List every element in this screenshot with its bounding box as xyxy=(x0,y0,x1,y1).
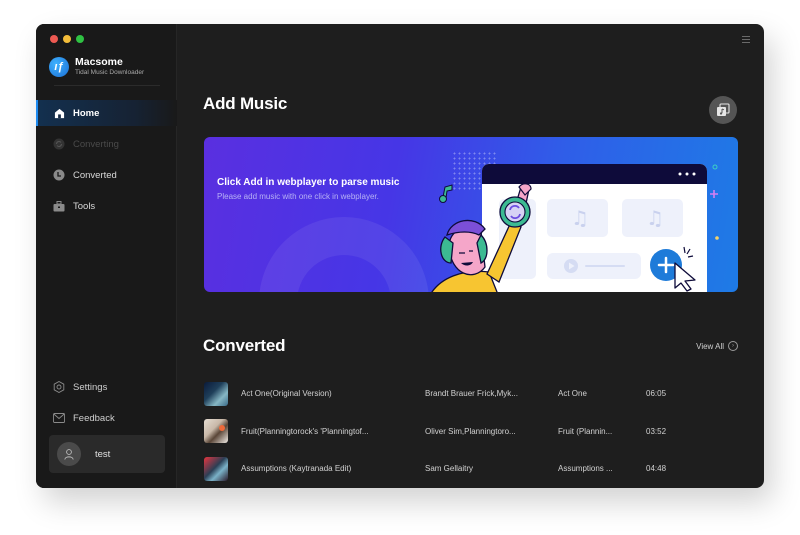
hamburger-menu-icon[interactable] xyxy=(742,36,750,45)
sidebar-item-converting[interactable]: Converting xyxy=(36,131,177,157)
add-music-banner[interactable]: Click Add in webplayer to parse music Pl… xyxy=(204,137,738,292)
sidebar: ıƒ Macsome Tidal Music Downloader Home C… xyxy=(36,24,177,488)
track-artist: Oliver Sim,Planningtoro... xyxy=(425,426,516,436)
user-icon xyxy=(64,449,74,460)
converted-track-list: Act One(Original Version) Brandt Brauer … xyxy=(204,375,734,488)
brand: ıƒ Macsome Tidal Music Downloader xyxy=(49,56,144,77)
music-library-icon xyxy=(717,103,730,116)
sidebar-item-tools[interactable]: Tools xyxy=(36,193,177,219)
add-music-title: Add Music xyxy=(203,94,288,113)
sidebar-item-settings[interactable]: Settings xyxy=(36,374,177,400)
toolbox-icon xyxy=(53,200,65,212)
view-all-link[interactable]: View All › xyxy=(696,341,738,351)
sidebar-bottom: Settings Feedback xyxy=(36,374,177,436)
minimize-window-button[interactable] xyxy=(63,35,71,43)
banner-decor-arc xyxy=(259,217,429,292)
window-controls xyxy=(50,35,84,43)
track-row[interactable]: Assumptions (Kaytranada Edit) Sam Gellai… xyxy=(204,450,734,488)
track-duration: 06:05 xyxy=(646,389,667,399)
sidebar-item-label: Tools xyxy=(73,200,96,212)
main-content: Add Music Click Add in webplayer to pars… xyxy=(178,24,764,488)
app-subtitle: Tidal Music Downloader xyxy=(75,69,145,76)
track-duration: 04:48 xyxy=(646,464,667,474)
close-window-button[interactable] xyxy=(50,35,58,43)
svg-text:♫: ♫ xyxy=(646,206,664,230)
track-duration: 03:52 xyxy=(646,426,667,436)
sidebar-item-label: Settings xyxy=(73,381,108,393)
mail-icon xyxy=(53,412,65,424)
sidebar-item-label: Converting xyxy=(73,138,119,150)
user-name: test xyxy=(95,448,111,460)
sidebar-item-label: Home xyxy=(73,107,100,119)
svg-text:♫: ♫ xyxy=(571,206,589,230)
sidebar-item-home[interactable]: Home xyxy=(36,100,177,126)
track-album: Assumptions ... xyxy=(558,464,613,474)
album-art xyxy=(204,456,228,481)
track-artist: Brandt Brauer Frick,Myk... xyxy=(425,389,518,399)
avatar xyxy=(57,442,81,466)
converting-icon xyxy=(53,138,65,150)
sidebar-item-label: Converted xyxy=(73,169,117,181)
track-row[interactable]: Act One(Original Version) Brandt Brauer … xyxy=(204,375,734,413)
track-title: Assumptions (Kaytranada Edit) xyxy=(241,464,352,474)
banner-headline: Click Add in webplayer to parse music xyxy=(217,177,400,188)
album-art xyxy=(204,381,228,406)
chevron-right-circle-icon: › xyxy=(728,341,738,351)
sidebar-item-label: Feedback xyxy=(73,412,115,424)
view-all-label: View All xyxy=(696,341,724,351)
banner-subtext: Please add music with one click in webpl… xyxy=(217,192,379,201)
track-title: Fruit(Planningtorock's 'Planningtof... xyxy=(241,426,369,436)
sidebar-nav: Home Converting Converted Tools xyxy=(36,100,177,224)
track-album: Fruit (Plannin... xyxy=(558,426,613,436)
home-icon xyxy=(53,107,65,119)
settings-icon xyxy=(53,381,65,393)
track-row[interactable]: Fruit(Planningtorock's 'Planningtof... O… xyxy=(204,413,734,451)
maximize-window-button[interactable] xyxy=(76,35,84,43)
sidebar-item-feedback[interactable]: Feedback xyxy=(36,405,177,431)
album-art xyxy=(204,419,228,444)
track-artist: Sam Gellaitry xyxy=(425,464,474,474)
music-library-button[interactable] xyxy=(709,96,737,124)
track-title: Act One(Original Version) xyxy=(241,389,332,399)
sidebar-item-converted[interactable]: Converted xyxy=(36,162,177,188)
track-album: Act One xyxy=(558,389,587,399)
app-name: Macsome xyxy=(75,56,123,68)
brand-divider xyxy=(54,85,160,86)
app-logo-icon: ıƒ xyxy=(49,56,69,77)
app-window: ıƒ Macsome Tidal Music Downloader Home C… xyxy=(36,24,764,488)
clock-icon xyxy=(53,169,65,181)
user-account-button[interactable]: test xyxy=(49,435,165,473)
webplayer-illustration: ♫ ♫ xyxy=(431,164,719,292)
converted-title: Converted xyxy=(203,336,286,355)
